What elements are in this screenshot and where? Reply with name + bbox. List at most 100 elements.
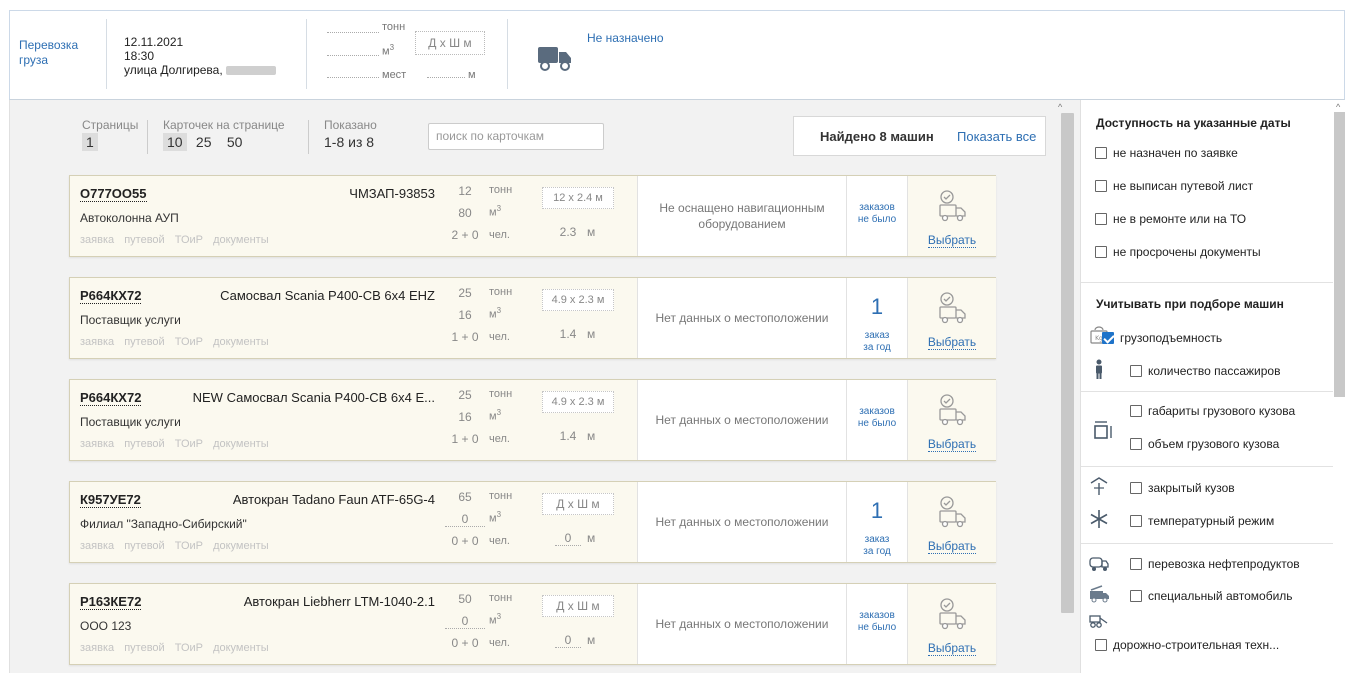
vehicle-plate[interactable]: Р163КЕ72 (80, 594, 142, 610)
orders-info[interactable]: заказов не было (846, 176, 908, 256)
select-vehicle-button[interactable]: Выбрать (908, 584, 996, 664)
orders-info[interactable]: 1 заказ за год (846, 482, 908, 562)
link-maintenance[interactable]: ТОиР (175, 234, 203, 246)
checkbox[interactable] (1095, 213, 1107, 225)
link-maintenance[interactable]: ТОиР (175, 540, 203, 552)
checkbox[interactable] (1095, 180, 1107, 192)
orders-line1: заказ (864, 534, 890, 545)
vehicle-card[interactable]: К957УЕ72 Автокран Tadano Faun ATF-65G-4 … (69, 481, 996, 563)
consider-option[interactable]: закрытый кузов (1130, 481, 1235, 495)
consider-option[interactable]: специальный автомобиль (1130, 589, 1293, 603)
vehicle-card[interactable]: О777ОО55 ЧМЗАП-93853 Автоколонна АУП зая… (69, 175, 996, 257)
scroll-up-icon[interactable]: ^ (1336, 102, 1340, 112)
consider-option[interactable]: перевозка нефтепродуктов (1130, 557, 1300, 571)
checkbox[interactable] (1130, 590, 1142, 602)
checkbox[interactable] (1130, 515, 1142, 527)
consider-option-label: дорожно-строительная техн... (1113, 638, 1280, 652)
vehicle-plate[interactable]: О777ОО55 (80, 186, 147, 202)
availability-option[interactable]: не в ремонте или на ТО (1095, 212, 1246, 226)
link-maintenance[interactable]: ТОиР (175, 438, 203, 450)
places-field[interactable] (327, 68, 379, 78)
tons-field[interactable] (327, 23, 379, 33)
link-waybill[interactable]: путевой (124, 438, 164, 450)
people-unit: чел. (489, 637, 510, 649)
checkbox[interactable] (1095, 639, 1107, 651)
card-search-input[interactable]: поиск по карточкам (428, 123, 604, 150)
vehicle-card[interactable]: Р664КХ72 NEW Самосвал Scania P400-CB 6x4… (69, 379, 996, 461)
orders-info[interactable]: 1 заказ за год (846, 278, 908, 358)
vehicle-card[interactable]: Р664КХ72 Самосвал Scania P400-CB 6x4 EHZ… (69, 277, 996, 359)
vehicle-plate[interactable]: Р664КХ72 (80, 288, 142, 304)
checkbox[interactable] (1130, 405, 1142, 417)
checkbox[interactable] (1102, 332, 1114, 344)
cargo-type-link[interactable]: Перевозка груза (19, 38, 99, 68)
scroll-up-icon[interactable]: ^ (1058, 102, 1062, 112)
link-waybill[interactable]: путевой (124, 234, 164, 246)
people-unit: чел. (489, 433, 510, 445)
consider-option[interactable]: количество пассажиров (1130, 364, 1280, 378)
link-request[interactable]: заявка (80, 234, 114, 246)
height-field[interactable] (427, 68, 465, 78)
link-documents[interactable]: документы (213, 540, 269, 552)
order-time: 18:30 (124, 49, 155, 63)
select-vehicle-button[interactable]: Выбрать (908, 278, 996, 358)
snowflake-icon (1088, 508, 1110, 530)
checkbox[interactable] (1130, 365, 1142, 377)
people-unit: чел. (489, 331, 510, 343)
dimensions-icon (1092, 418, 1114, 440)
link-maintenance[interactable]: ТОиР (175, 336, 203, 348)
link-request[interactable]: заявка (80, 642, 114, 654)
checkbox[interactable] (1130, 482, 1142, 494)
link-maintenance[interactable]: ТОиР (175, 642, 203, 654)
checkbox[interactable] (1095, 246, 1107, 258)
availability-option[interactable]: не просрочены документы (1095, 245, 1261, 259)
vehicle-plate[interactable]: К957УЕ72 (80, 492, 141, 508)
checkbox[interactable] (1095, 147, 1107, 159)
select-vehicle-button[interactable]: Выбрать (908, 482, 996, 562)
consider-option[interactable]: грузоподъемность (1102, 331, 1222, 345)
select-vehicle-button[interactable]: Выбрать (908, 176, 996, 256)
card-links: заявка путевой ТОиР документы (80, 642, 274, 654)
orders-info[interactable]: заказов не было (846, 380, 908, 460)
per-page-10[interactable]: 10 (163, 133, 187, 151)
vehicle-plate[interactable]: Р664КХ72 (80, 390, 142, 406)
consider-option[interactable]: дорожно-строительная техн... (1095, 638, 1279, 652)
availability-option[interactable]: не выписан путевой лист (1095, 179, 1253, 193)
dimensions-field[interactable]: Д х Ш м (415, 31, 485, 55)
link-request[interactable]: заявка (80, 336, 114, 348)
link-documents[interactable]: документы (213, 336, 269, 348)
height-value: 0 (555, 531, 581, 546)
link-waybill[interactable]: путевой (124, 540, 164, 552)
orders-info[interactable]: заказов не было (846, 584, 908, 664)
link-documents[interactable]: документы (213, 642, 269, 654)
order-date: 12.11.2021 (124, 35, 184, 49)
dimensions-value: 4.9 x 2.3 м (542, 289, 614, 311)
order-address: улица Долгирева, (124, 63, 276, 77)
checkbox[interactable] (1130, 438, 1142, 450)
tons-value: 65 (458, 490, 472, 504)
volume-unit: м3 (489, 510, 502, 525)
link-request[interactable]: заявка (80, 540, 114, 552)
vehicle-card[interactable]: Р163КЕ72 Автокран Liebherr LTM-1040-2.1 … (69, 583, 996, 665)
availability-option[interactable]: не назначен по заявке (1095, 146, 1238, 160)
orders-line2: не было (857, 214, 897, 225)
link-waybill[interactable]: путевой (124, 336, 164, 348)
consider-option[interactable]: температурный режим (1130, 514, 1274, 528)
show-all-link[interactable]: Показать все (957, 129, 1036, 144)
truck-check-icon (935, 494, 969, 528)
per-page-50[interactable]: 50 (227, 134, 243, 150)
select-vehicle-button[interactable]: Выбрать (908, 380, 996, 460)
list-scrollbar[interactable] (1061, 113, 1074, 613)
height-row: 2.3 м (555, 225, 596, 239)
link-waybill[interactable]: путевой (124, 642, 164, 654)
page-1-button[interactable]: 1 (82, 133, 98, 151)
consider-option[interactable]: габариты грузового кузова (1130, 404, 1295, 418)
link-request[interactable]: заявка (80, 438, 114, 450)
per-page-25[interactable]: 25 (196, 134, 212, 150)
volume-field[interactable] (327, 46, 379, 56)
checkbox[interactable] (1130, 558, 1142, 570)
link-documents[interactable]: документы (213, 234, 269, 246)
consider-option[interactable]: объем грузового кузова (1130, 437, 1279, 451)
filters-scrollbar[interactable] (1334, 112, 1345, 397)
link-documents[interactable]: документы (213, 438, 269, 450)
